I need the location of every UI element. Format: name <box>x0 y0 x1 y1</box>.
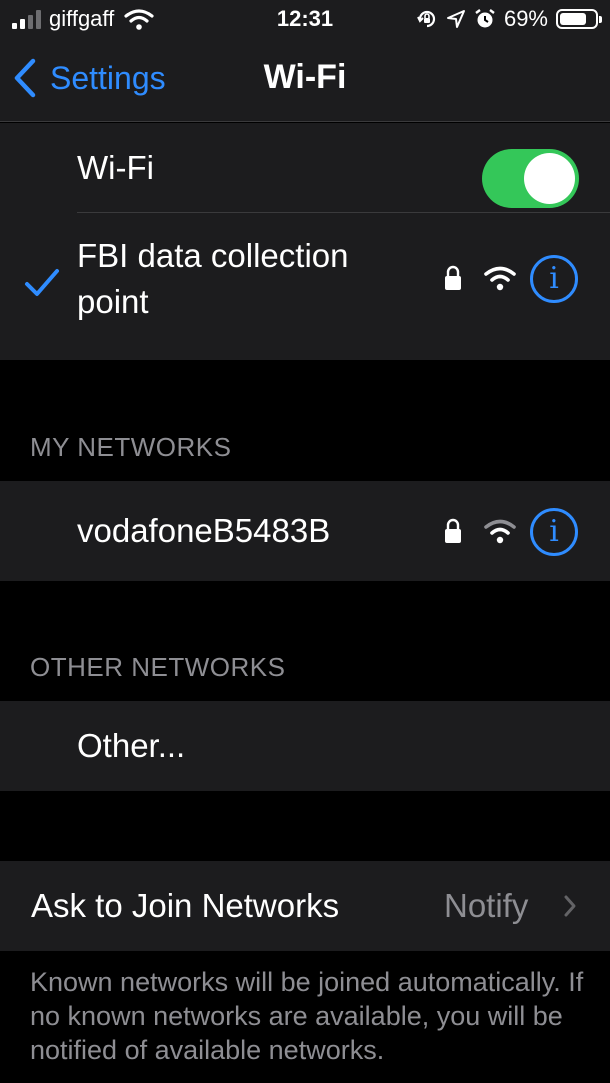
wifi-toggle-row: Wi-Fi <box>0 123 610 213</box>
chevron-right-icon <box>564 895 576 917</box>
known-network-name: vodafoneB5483B <box>77 512 331 549</box>
battery-percent: 69% <box>503 6 548 31</box>
other-networks-group: Other... <box>0 701 610 791</box>
lock-icon <box>445 265 461 290</box>
wifi-settings-screen: giffgaff 12:31 69% Settings Wi-Fi Wi-Fi … <box>0 0 610 1083</box>
page-title: Wi-Fi <box>263 58 347 96</box>
known-network-row[interactable]: vodafoneB5483B i <box>0 481 610 581</box>
wifi-toggle[interactable] <box>482 149 579 208</box>
network-info-button[interactable]: i <box>530 255 578 303</box>
navigation-bar: Settings Wi-Fi <box>0 40 610 122</box>
connected-network-name-line2: point <box>77 283 149 320</box>
other-network-label: Other... <box>77 727 186 764</box>
wifi-group: Wi-Fi FBI data collection point i <box>0 123 610 360</box>
orientation-lock-icon <box>417 10 436 28</box>
my-networks-group: vodafoneB5483B i <box>0 481 610 581</box>
ask-to-join-label: Ask to Join Networks <box>31 887 340 924</box>
battery-icon <box>556 9 602 29</box>
connected-network-row[interactable]: FBI data collection point i <box>0 213 610 360</box>
status-right-group: 69% <box>416 6 602 32</box>
wifi-toggle-label: Wi-Fi <box>77 149 154 186</box>
ask-to-join-group: Ask to Join Networks Notify <box>0 861 610 951</box>
connected-network-name-line1: FBI data collection <box>77 237 349 274</box>
ask-to-join-footer: Known networks will be joined automatica… <box>30 967 584 1065</box>
wifi-signal-icon <box>484 266 516 291</box>
top-bar: giffgaff 12:31 69% Settings Wi-Fi <box>0 0 610 122</box>
other-network-row[interactable]: Other... <box>0 701 610 791</box>
ask-to-join-row[interactable]: Ask to Join Networks Notify <box>0 861 610 951</box>
ask-to-join-value: Notify <box>444 887 529 924</box>
wifi-signal-icon <box>484 519 516 544</box>
lock-icon <box>445 518 461 543</box>
location-icon <box>446 10 465 28</box>
network-info-button[interactable]: i <box>530 508 578 556</box>
alarm-icon <box>475 9 495 28</box>
checkmark-icon <box>25 269 59 296</box>
other-networks-header: OTHER NETWORKS <box>30 652 286 682</box>
toggle-knob <box>524 153 575 204</box>
status-bar: giffgaff 12:31 69% <box>0 0 610 40</box>
my-networks-header: MY NETWORKS <box>30 432 232 462</box>
